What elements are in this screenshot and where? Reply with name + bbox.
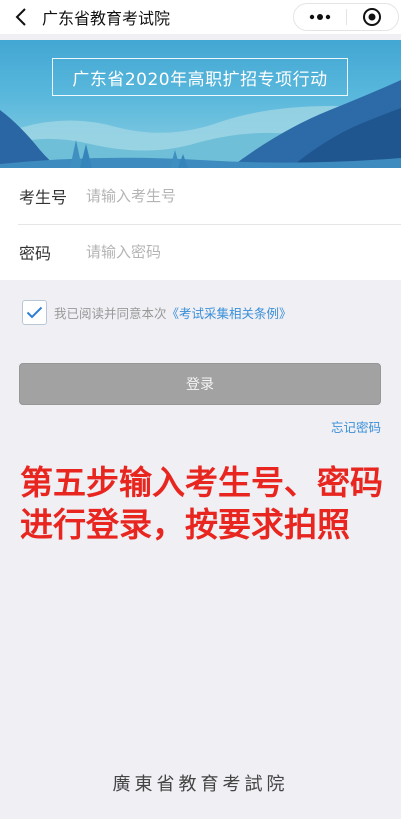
agreement-row: 我已阅读并同意本次 《考试采集相关条例》	[22, 300, 292, 325]
checkmark-icon	[26, 306, 43, 319]
close-button[interactable]	[346, 4, 398, 30]
chevron-left-icon	[15, 8, 26, 26]
more-button[interactable]	[294, 4, 346, 30]
instruction-line-1: 第五步输入考生号、密码	[20, 463, 383, 502]
page-title: 广东省教育考试院	[42, 9, 171, 28]
login-form: 考生号 密码	[0, 168, 401, 280]
agreement-text: 我已阅读并同意本次	[54, 306, 167, 321]
login-button[interactable]: 登录	[19, 363, 381, 405]
agreement-checkbox[interactable]	[22, 300, 47, 325]
top-navigation-bar: 广东省教育考试院	[0, 0, 409, 34]
footer-logo-text: 廣東省教育考試院	[112, 774, 289, 795]
agreement-link[interactable]: 《考试采集相关条例》	[167, 303, 292, 322]
target-close-icon	[363, 8, 382, 26]
password-label: 密码	[19, 244, 52, 263]
student-id-input[interactable]	[86, 176, 401, 216]
password-row: 密码	[0, 224, 401, 280]
student-id-row: 考生号	[0, 168, 401, 224]
mini-program-capsule	[293, 3, 399, 31]
edge-strip	[401, 0, 409, 819]
student-id-label: 考生号	[19, 188, 68, 207]
back-button[interactable]	[6, 0, 36, 34]
instruction-line-2: 进行登录，按要求拍照	[20, 505, 350, 544]
banner-title-box: 广东省2020年高职扩招专项行动	[52, 58, 348, 96]
forgot-password-link[interactable]: 忘记密码	[331, 417, 381, 436]
more-dots-icon	[309, 14, 330, 20]
banner: 广东省2020年高职扩招专项行动	[0, 40, 401, 168]
instruction-annotation: 第五步输入考生号、密码 进行登录，按要求拍照	[20, 462, 405, 546]
password-input[interactable]	[86, 232, 401, 272]
banner-title: 广东省2020年高职扩招专项行动	[72, 69, 328, 90]
